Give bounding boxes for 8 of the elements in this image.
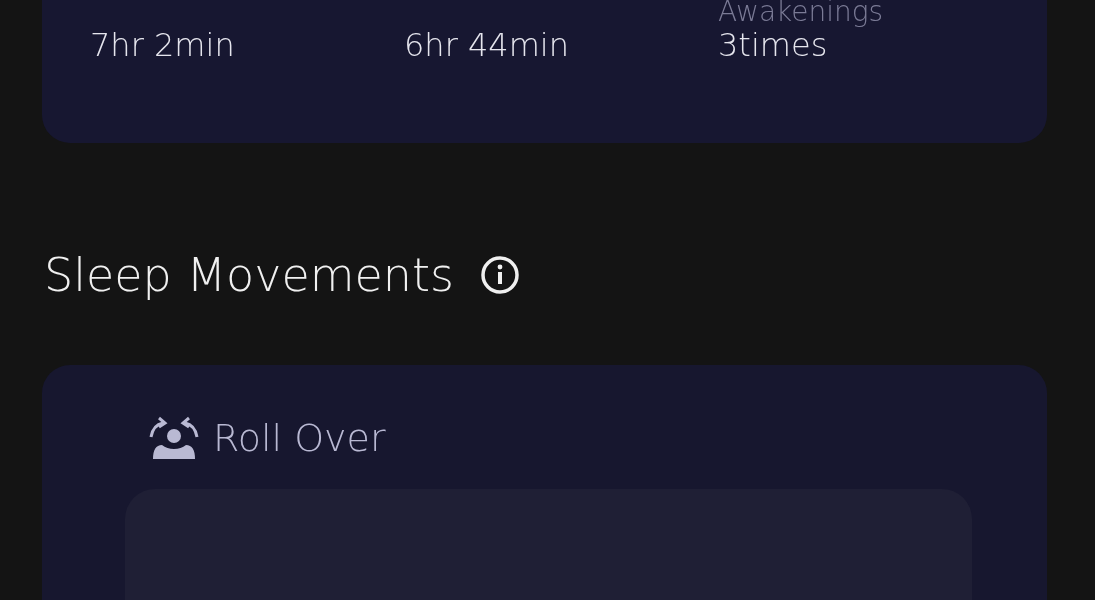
section-title: Sleep Movements — [44, 247, 455, 303]
stat-value: 7hr 2min — [90, 25, 236, 65]
info-icon[interactable] — [480, 255, 521, 295]
stat-value: 3times — [718, 26, 828, 65]
card-title: Roll Over — [213, 415, 386, 461]
stat-value: 6hr 44min — [404, 25, 571, 65]
person-arrows-icon — [147, 415, 201, 461]
stat-label: Awakenings — [718, 0, 885, 29]
